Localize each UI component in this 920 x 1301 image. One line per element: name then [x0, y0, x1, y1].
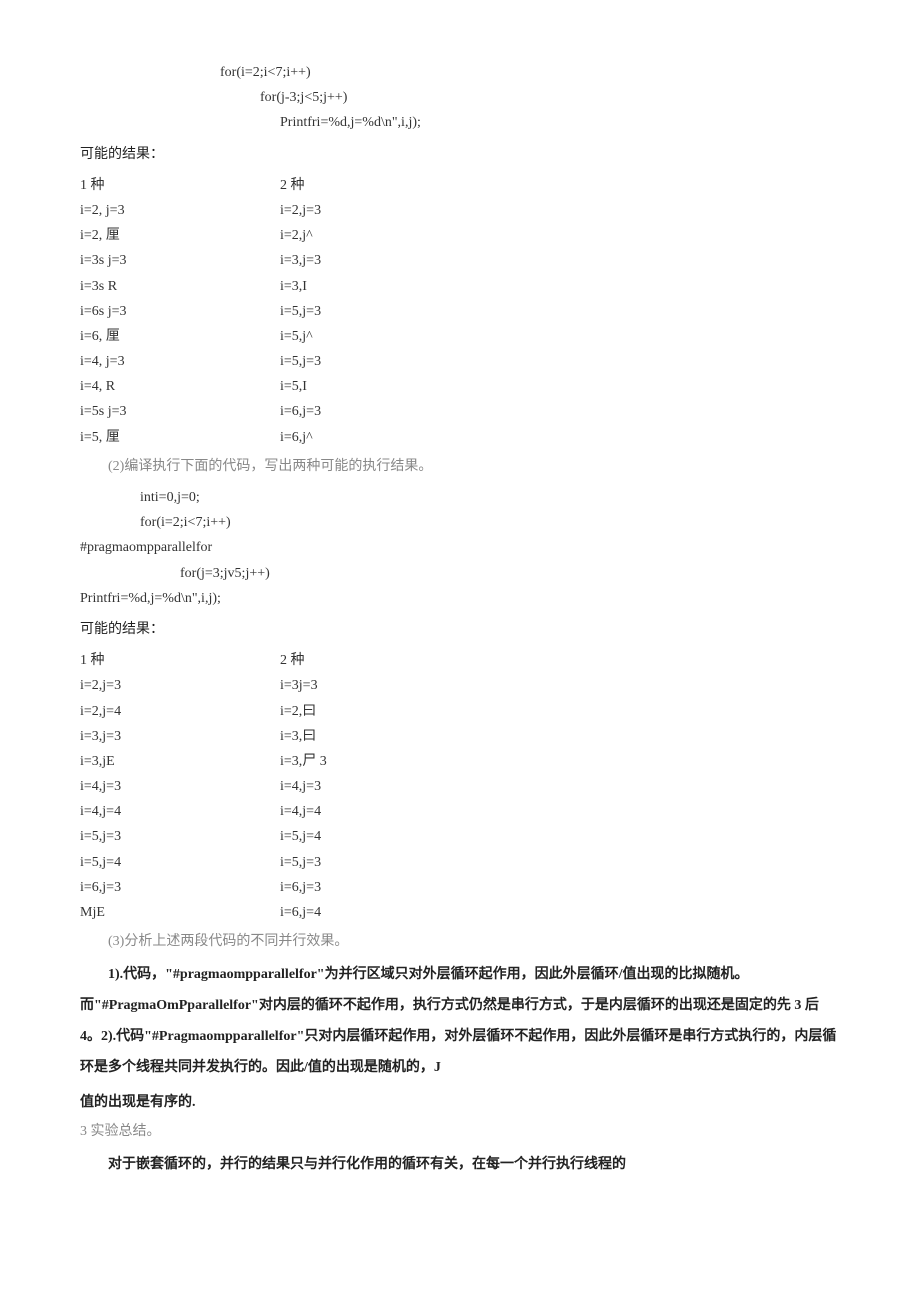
table2-r8a: i=6,j=3 — [80, 875, 280, 900]
table1-r9a: i=5, 厘 — [80, 425, 280, 450]
table1-r3b: i=3,I — [280, 274, 307, 299]
table1-r0b: i=2,j=3 — [280, 198, 321, 223]
table2-r0b: i=3j=3 — [280, 673, 318, 698]
summary-heading: 3 实验总结。 — [80, 1119, 840, 1144]
table2-r9a: MjE — [80, 900, 280, 925]
table1-r4b: i=5,j=3 — [280, 299, 321, 324]
table2-r2b: i=3,曰 — [280, 724, 316, 749]
possible-results-label-2: 可能的结果： — [80, 617, 840, 642]
table1-r4a: i=6s j=3 — [80, 299, 280, 324]
analysis-paragraph: 1).代码，"#pragmaompparallelfor"为并行区域只对外层循环… — [80, 960, 840, 1083]
table2-r7b: i=5,j=3 — [280, 850, 321, 875]
table2-r5b: i=4,j=4 — [280, 799, 321, 824]
code2-line2: for(i=2;i<7;i++) — [80, 510, 840, 535]
question-2: (2)编译执行下面的代码，写出两种可能的执行结果。 — [80, 454, 840, 479]
table2-head-col1: 1 种 — [80, 648, 280, 673]
table2-r6a: i=5,j=3 — [80, 824, 280, 849]
table2-r3b: i=3,尸 3 — [280, 749, 327, 774]
table2-r4a: i=4,j=3 — [80, 774, 280, 799]
table2-r1b: i=2,曰 — [280, 699, 316, 724]
table2-r6b: i=5,j=4 — [280, 824, 321, 849]
table1-r8a: i=5s j=3 — [80, 399, 280, 424]
table2-head-col2: 2 种 — [280, 648, 305, 673]
table1-r2a: i=3s j=3 — [80, 248, 280, 273]
table1-r0a: i=2, j=3 — [80, 198, 280, 223]
table1-r6b: i=5,j=3 — [280, 349, 321, 374]
code1-line1: for(i=2;i<7;i++) — [80, 60, 840, 85]
table1-r1b: i=2,j^ — [280, 223, 313, 248]
table2-r1a: i=2,j=4 — [80, 699, 280, 724]
summary-paragraph: 对于嵌套循环的，并行的结果只与并行化作用的循环有关，在每一个并行执行线程的 — [80, 1150, 840, 1181]
table2-r7a: i=5,j=4 — [80, 850, 280, 875]
table1-r7a: i=4, R — [80, 374, 280, 399]
table2-r3a: i=3,jE — [80, 749, 280, 774]
possible-results-label-1: 可能的结果： — [80, 142, 840, 167]
analysis-tail: 值的出现是有序的. — [80, 1090, 840, 1115]
table2-r4b: i=4,j=3 — [280, 774, 321, 799]
table1-r5b: i=5,j^ — [280, 324, 313, 349]
code1-line2: for(j-3;j<5;j++) — [80, 85, 840, 110]
table1-r7b: i=5,I — [280, 374, 307, 399]
table1-r2b: i=3,j=3 — [280, 248, 321, 273]
table2-r2a: i=3,j=3 — [80, 724, 280, 749]
table1-header: 1 种 2 种 — [80, 173, 840, 198]
code2-line1: inti=0,j=0; — [80, 485, 840, 510]
question-3: (3)分析上述两段代码的不同并行效果。 — [80, 929, 840, 954]
table1-head-col2: 2 种 — [280, 173, 305, 198]
table1-head-col1: 1 种 — [80, 173, 280, 198]
table2-header: 1 种 2 种 — [80, 648, 840, 673]
table1-r5a: i=6, 厘 — [80, 324, 280, 349]
code2-line4: for(j=3;jv5;j++) — [80, 561, 840, 586]
table1-r1a: i=2, 厘 — [80, 223, 280, 248]
table2-r9b: i=6,j=4 — [280, 900, 321, 925]
table2-r5a: i=4,j=4 — [80, 799, 280, 824]
table2-r0a: i=2,j=3 — [80, 673, 280, 698]
table1-r8b: i=6,j=3 — [280, 399, 321, 424]
table2-r8b: i=6,j=3 — [280, 875, 321, 900]
code1-line3: Printfri=%d,j=%d\n",i,j); — [80, 110, 840, 135]
code2-line5: Printfri=%d,j=%d\n",i,j); — [80, 586, 840, 611]
table1-r3a: i=3s R — [80, 274, 280, 299]
table1-r9b: i=6,j^ — [280, 425, 313, 450]
code2-line3: #pragmaompparallelfor — [80, 535, 840, 560]
table1-r6a: i=4, j=3 — [80, 349, 280, 374]
